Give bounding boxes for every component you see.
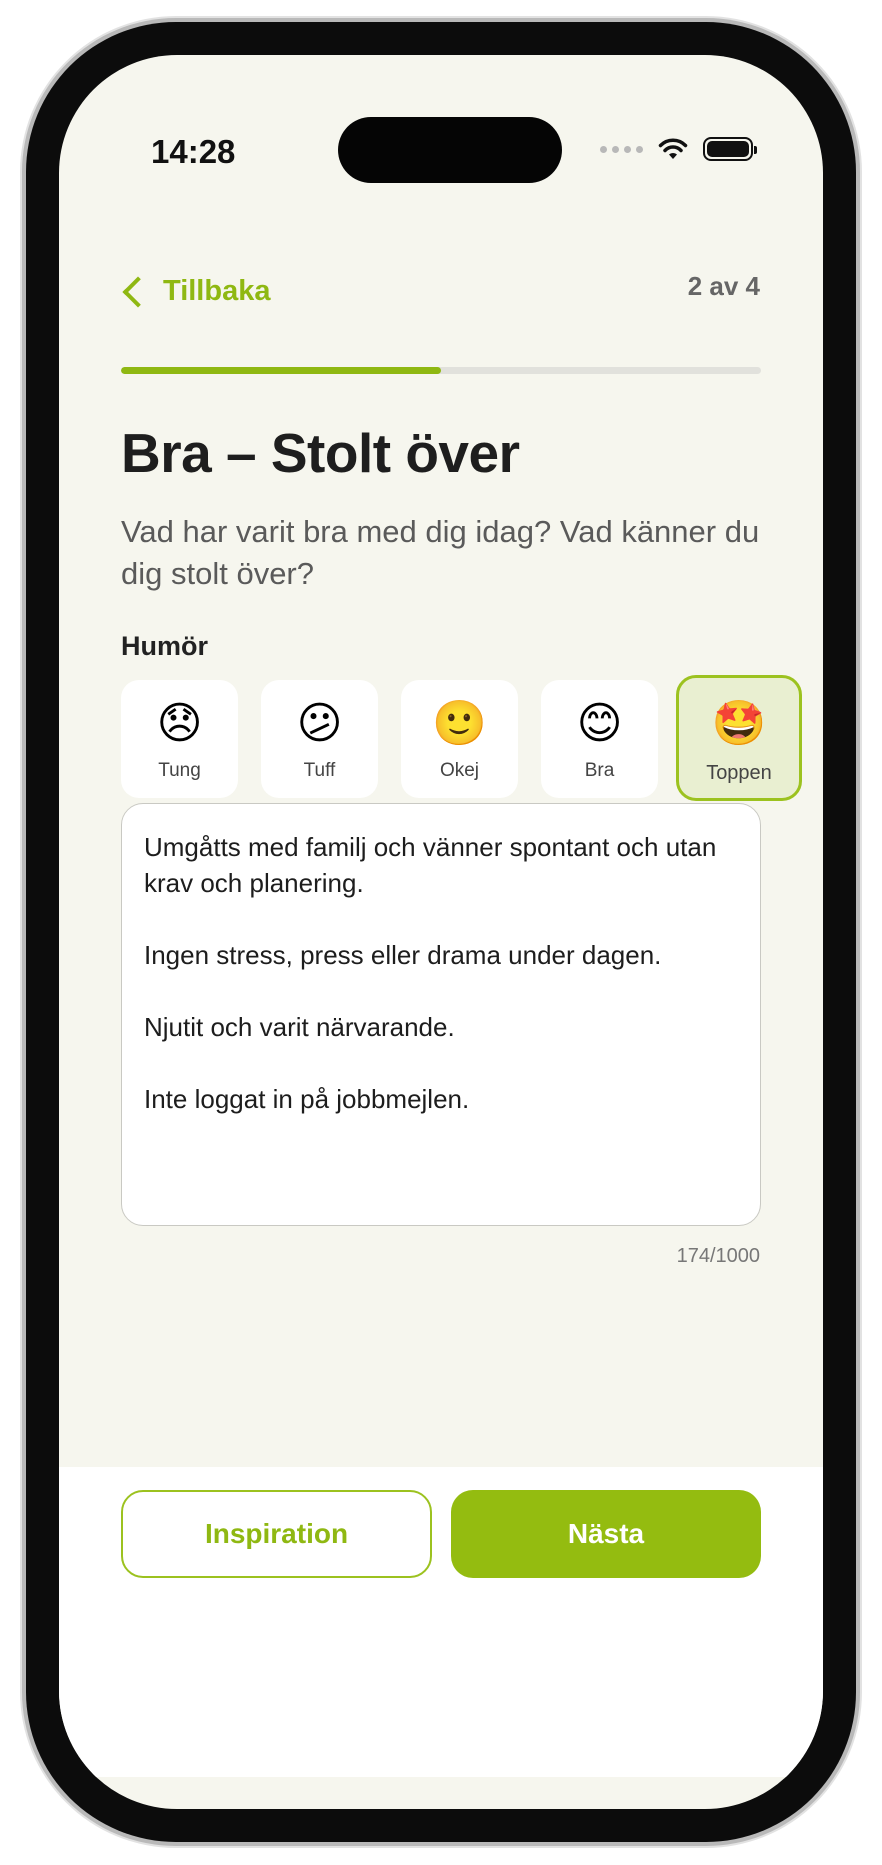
back-button[interactable]: Tillbaka [121,275,270,308]
dynamic-island [338,117,562,183]
mood-option-okej[interactable]: 🙂 Okej [401,680,518,798]
battery-icon [703,137,757,161]
mood-option-label: Tung [158,760,201,781]
mood-option-bra[interactable]: 😊 Bra [541,680,658,798]
page-title: Bra – Stolt över [121,422,520,484]
sad-face-icon: 😞 [156,698,203,749]
phone-frame: 14:28 Tillbaka 2 av 4 Bra – Stolt över V… [26,22,856,1842]
signal-icon [600,145,643,153]
mood-option-label: Okej [439,760,480,781]
star-struck-icon: 🤩 [711,698,767,749]
step-indicator: 2 av 4 [687,271,760,301]
entry-textarea[interactable]: Umgåtts med familj och vänner spontant o… [121,803,761,1226]
progress-fill [121,367,441,374]
smiling-face-icon: 😊 [576,698,623,749]
next-button[interactable]: Nästa [451,1490,761,1578]
wifi-icon [658,138,688,159]
chevron-left-icon [122,275,154,308]
status-time: 14:28 [151,133,236,170]
mood-option-tuff[interactable]: 😕 Tuff [261,680,378,798]
slight-smile-icon: 🙂 [432,698,487,749]
mood-option-label: Toppen [706,762,772,784]
back-label: Tillbaka [163,275,271,307]
status-icons [600,137,757,161]
progress-track [121,367,761,374]
character-counter: 174/1000 [676,1245,760,1267]
mood-option-label: Tuff [303,760,336,781]
confused-face-icon: 😕 [296,698,343,749]
screen: 14:28 Tillbaka 2 av 4 Bra – Stolt över V… [59,55,823,1809]
inspiration-button[interactable]: Inspiration [121,1490,432,1578]
page-subtitle: Vad har varit bra med dig idag? Vad känn… [121,514,760,591]
mood-option-toppen[interactable]: 🤩 Toppen [676,675,802,801]
mood-option-tung[interactable]: 😞 Tung [121,680,238,798]
mood-option-label: Bra [584,760,615,781]
mood-label: Humör [121,631,208,661]
